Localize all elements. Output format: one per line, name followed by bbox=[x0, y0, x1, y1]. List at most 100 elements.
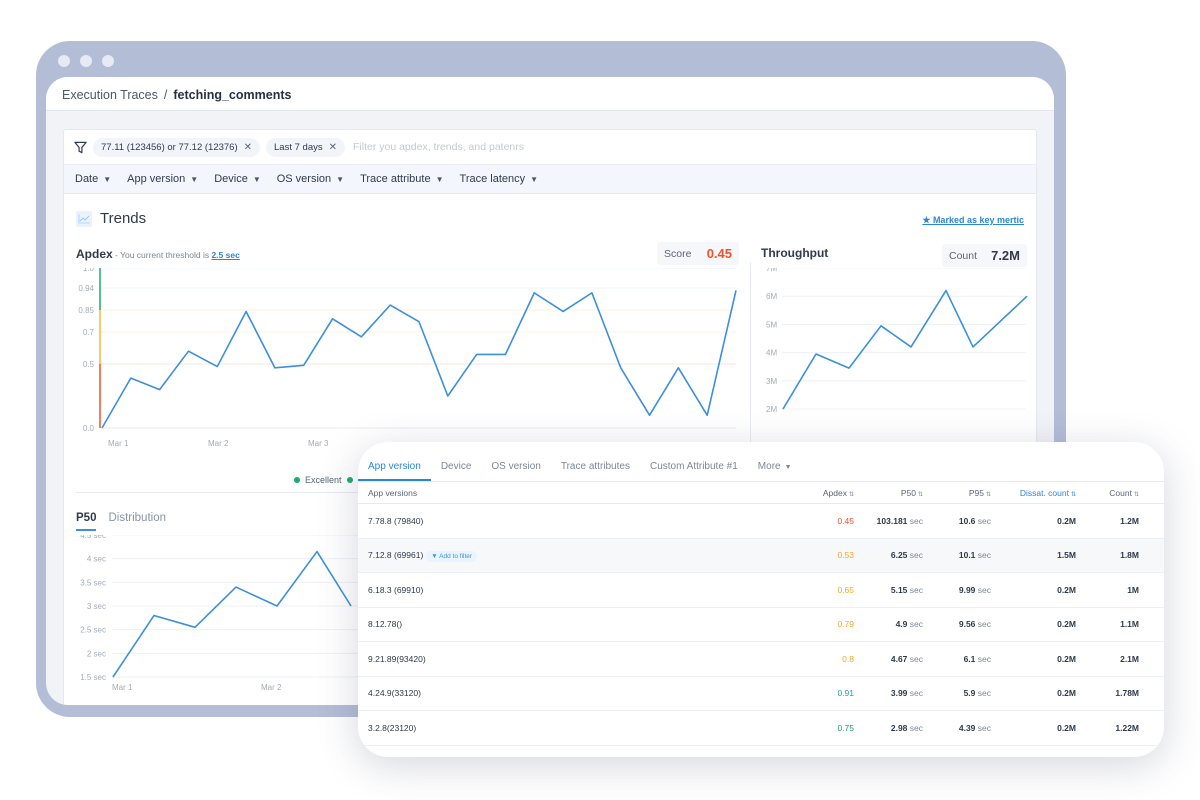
column-label: Apdex bbox=[822, 487, 847, 498]
apdex-cell: 0.65 bbox=[837, 584, 854, 595]
table-row[interactable]: 9.21.89(93420) 0.8 4.67 sec 6.1 sec 0.2M 2.1M bbox=[358, 642, 1164, 677]
tab-trace-attributes[interactable]: Trace attributes bbox=[551, 461, 640, 481]
y-tick-label: 0.0 bbox=[83, 424, 95, 433]
x-tick-label: Mar 2 bbox=[208, 439, 229, 448]
x-tick-label: Mar 2 bbox=[261, 683, 282, 692]
add-to-filter-button[interactable]: ▼ Add to filter bbox=[426, 551, 478, 563]
tab-custom-attribute[interactable]: Custom Attribute #1 bbox=[640, 461, 748, 481]
throughput-chart: 2M 3M 4M 5M 6M 7M bbox=[766, 268, 1028, 414]
filter-icon[interactable] bbox=[74, 141, 87, 154]
dissat-count-cell: 0.2M bbox=[1057, 722, 1076, 733]
caret-down-icon: ▼ bbox=[252, 175, 261, 184]
tab-distribution[interactable]: Distribution bbox=[108, 512, 166, 531]
window-dot bbox=[58, 55, 70, 67]
table-row[interactable]: 8.12.78() 0.79 4.9 sec 9.56 sec 0.2M 1.1M bbox=[358, 608, 1164, 642]
column-header-p50[interactable]: P50 ⇅ bbox=[854, 488, 923, 498]
table-body: 7.78.8 (79840) 0.45 103.181 sec 10.6 sec 0.2… bbox=[358, 504, 1164, 746]
tab-app-version[interactable]: App version bbox=[358, 461, 431, 481]
column-label: P50 bbox=[900, 487, 916, 498]
key-metric-link[interactable]: ★ Marked as key mertic bbox=[922, 215, 1024, 226]
filter-input[interactable]: Filter you apdex, trends, and patenrs bbox=[353, 141, 524, 153]
unit-label: sec bbox=[907, 515, 923, 526]
tab-os-version[interactable]: OS version bbox=[481, 461, 550, 481]
table-row[interactable]: 7.78.8 (79840) 0.45 103.181 sec 10.6 sec 0.2… bbox=[358, 504, 1164, 539]
p95-value: 4.39 bbox=[958, 722, 976, 733]
table-row[interactable]: 6.18.3 (69910) 0.65 5.15 sec 9.99 sec 0.2M 1M bbox=[358, 573, 1164, 608]
close-icon[interactable]: ✕ bbox=[329, 142, 337, 153]
caret-down-icon: ▼ bbox=[190, 175, 199, 184]
column-header-dissat-count[interactable]: Dissat. count ⇅ bbox=[991, 488, 1076, 498]
column-header-app-versions: App versions bbox=[368, 487, 418, 498]
app-version-cell: 3.2.8(23120) bbox=[358, 723, 758, 733]
trends-header: Trends bbox=[76, 210, 146, 227]
unit-label: sec bbox=[907, 584, 923, 595]
dimension-dropdown[interactable]: OS version ▼ bbox=[277, 173, 344, 185]
dimension-dropdown[interactable]: Date ▼ bbox=[75, 173, 111, 185]
filter-chip-label: 77.11 (123456) or 77.12 (12376) bbox=[101, 141, 238, 153]
table-row[interactable]: 4.24.9(33120) 0.91 3.99 sec 5.9 sec 0.2M 1.78… bbox=[358, 677, 1164, 711]
dimension-dropdown[interactable]: Trace attribute ▼ bbox=[360, 173, 443, 185]
y-tick-label: 1.0 bbox=[83, 268, 95, 273]
close-icon[interactable]: ✕ bbox=[244, 142, 252, 153]
dimension-dropdown[interactable]: Trace latency ▼ bbox=[460, 173, 539, 185]
apdex-label: Apdex bbox=[76, 247, 113, 261]
apdex-cell: 0.53 bbox=[837, 550, 854, 561]
unit-label: sec bbox=[975, 653, 991, 664]
count-cell: 1.22M bbox=[1115, 722, 1139, 733]
column-label: Count bbox=[1109, 487, 1132, 498]
y-tick-label: 7M bbox=[766, 268, 777, 273]
app-version-name: 3.2.8(23120) bbox=[368, 722, 417, 733]
apdex-title: Apdex - You current threshold is 2.5 sec bbox=[76, 247, 240, 261]
count-cell: 1.2M bbox=[1120, 515, 1139, 526]
apdex-cell: 0.8 bbox=[842, 653, 854, 664]
apdex-chart: 1.0 0.94 0.85 0.7 0.5 0.0 Mar 1 Mar 2 Mar 3 bbox=[78, 268, 737, 448]
score-box: Score 0.45 bbox=[657, 242, 739, 265]
dimension-dropdown[interactable]: Device ▼ bbox=[214, 173, 261, 185]
count-value: 7.2M bbox=[991, 248, 1020, 263]
filter-chip[interactable]: 77.11 (123456) or 77.12 (12376) ✕ bbox=[93, 137, 261, 157]
x-tick-label: Mar 1 bbox=[112, 683, 133, 692]
p50-cell: 5.15 sec bbox=[854, 585, 923, 595]
column-header-apdex[interactable]: Apdex ⇅ bbox=[758, 488, 854, 498]
dimension-dropdown[interactable]: App version ▼ bbox=[127, 173, 198, 185]
caret-down-icon: ▼ bbox=[435, 175, 444, 184]
throughput-series-line bbox=[782, 289, 1028, 410]
table-header: App versions Apdex ⇅ P50 ⇅ P95 ⇅ Dissat. co… bbox=[358, 482, 1164, 504]
apdex-cell: 0.45 bbox=[837, 515, 854, 526]
unit-label: sec bbox=[975, 550, 991, 561]
breadcrumb-current: fetching_comments bbox=[173, 88, 292, 102]
p50-value: 4.9 bbox=[895, 619, 908, 630]
table-row[interactable]: 7.12.8 (69961) ▼ Add to filter 0.53 6.25 se… bbox=[358, 538, 1164, 573]
dimension-label: Device bbox=[214, 173, 248, 185]
sort-icon: ⇅ bbox=[1133, 491, 1139, 498]
app-version-name: 9.21.89(93420) bbox=[368, 653, 426, 664]
y-tick-label: 2.5 sec bbox=[80, 626, 106, 635]
trends-title: Trends bbox=[100, 210, 147, 227]
filter-chip[interactable]: Last 7 days ✕ bbox=[266, 137, 345, 157]
unit-label: sec bbox=[907, 550, 923, 561]
apdex-cell: 0.91 bbox=[837, 688, 854, 699]
unit-label: sec bbox=[907, 619, 923, 630]
breakdown-card: App version Device OS version Trace attr… bbox=[358, 442, 1164, 757]
tab-more[interactable]: More ▼ bbox=[748, 461, 802, 481]
filter-bar: 77.11 (123456) or 77.12 (12376) ✕ Last 7 … bbox=[64, 130, 1036, 165]
threshold-link[interactable]: 2.5 sec bbox=[211, 250, 239, 260]
p50-value: 4.67 bbox=[890, 653, 908, 664]
breadcrumb-parent[interactable]: Execution Traces bbox=[62, 88, 158, 102]
legend-dot bbox=[346, 477, 353, 483]
p50-value: 3.99 bbox=[890, 688, 908, 699]
dimension-label: OS version bbox=[276, 173, 332, 185]
column-header-count[interactable]: Count ⇅ bbox=[1076, 488, 1139, 498]
p95-value: 6.1 bbox=[963, 653, 976, 664]
table-row[interactable]: 3.2.8(23120) 0.75 2.98 sec 4.39 sec 0.2M 1.22… bbox=[358, 711, 1164, 746]
tab-p50[interactable]: P50 bbox=[76, 512, 97, 531]
column-header-p95[interactable]: P95 ⇅ bbox=[923, 488, 991, 498]
p50-value: 6.25 bbox=[890, 550, 908, 561]
app-version-cell: 4.24.9(33120) bbox=[358, 688, 758, 698]
y-tick-label: 0.5 bbox=[83, 360, 95, 369]
dimension-label: Trace latency bbox=[459, 173, 526, 185]
breakdown-tabs: App version Device OS version Trace attr… bbox=[358, 442, 1164, 482]
y-tick-label: 0.7 bbox=[83, 328, 95, 337]
score-value: 0.45 bbox=[706, 246, 732, 261]
tab-device[interactable]: Device bbox=[431, 461, 482, 481]
